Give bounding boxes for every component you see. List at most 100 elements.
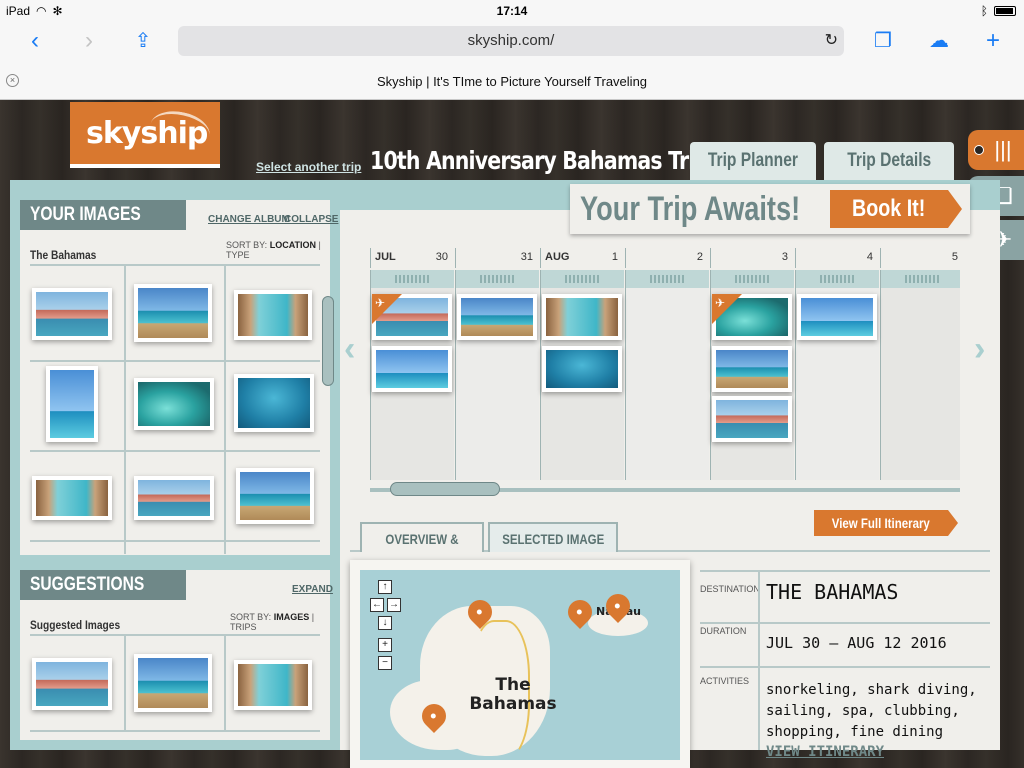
- tab-bar: × Skyship | It's TIme to Picture Yoursel…: [0, 62, 1024, 100]
- view-full-itinerary-button[interactable]: View Full Itinerary: [814, 510, 958, 536]
- scheduled-image[interactable]: [372, 346, 452, 392]
- select-another-trip-link[interactable]: Select another trip: [256, 160, 361, 174]
- new-tab-icon[interactable]: +: [978, 26, 1008, 56]
- tab-title[interactable]: Skyship | It's TIme to Picture Yourself …: [0, 74, 1024, 89]
- day-strip: [455, 270, 539, 288]
- image-thumbnail[interactable]: [236, 468, 314, 524]
- scheduled-image[interactable]: [712, 396, 792, 442]
- address-bar[interactable]: skyship.com/ ↻: [178, 26, 844, 56]
- share-icon[interactable]: ⇪: [128, 26, 158, 56]
- suggested-thumbnail[interactable]: [32, 658, 112, 710]
- skyship-logo[interactable]: skyship: [70, 102, 220, 168]
- zoom-in-icon[interactable]: +: [378, 638, 392, 652]
- day-strip: [795, 270, 879, 288]
- sort-type[interactable]: TYPE: [226, 250, 250, 260]
- book-it-button[interactable]: Book It!: [830, 190, 962, 228]
- photo-cabana: [546, 298, 618, 336]
- zoom-out-icon[interactable]: −: [378, 656, 392, 670]
- photo-cabana: [36, 480, 108, 516]
- photo-pier: [138, 288, 208, 338]
- sort-images[interactable]: IMAGES: [274, 612, 310, 622]
- photo-resort: [716, 400, 788, 438]
- planner-frame: YOUR IMAGES CHANGE ALBUM COLLAPSE SORT B…: [10, 180, 1000, 768]
- photo-resort: [36, 292, 108, 336]
- tab-overview-map[interactable]: OVERVIEW & MAP: [360, 522, 484, 577]
- tab-trip-details-label: Trip Details: [846, 150, 931, 171]
- view-full-itinerary-label: View Full Itinerary: [831, 515, 931, 531]
- divider: [30, 540, 320, 542]
- scheduled-image[interactable]: [542, 346, 622, 392]
- bookmarks-icon[interactable]: ❐: [868, 26, 898, 56]
- suggested-thumbnail[interactable]: [134, 654, 212, 712]
- pan-up-icon[interactable]: ↑: [378, 580, 392, 594]
- trip-awaits-text: Your Trip Awaits!: [580, 190, 801, 228]
- scheduled-image[interactable]: [542, 294, 622, 340]
- day-header: AUG 1: [540, 248, 624, 268]
- sort-location[interactable]: LOCATION: [270, 240, 316, 250]
- destination-value: THE BAHAMAS: [766, 580, 899, 604]
- suggested-images-label: Suggested Images: [30, 618, 121, 632]
- scheduled-image[interactable]: [457, 294, 537, 340]
- image-thumbnail[interactable]: [134, 378, 214, 430]
- day-column[interactable]: [880, 288, 960, 480]
- day-column[interactable]: [625, 288, 709, 480]
- activities-row: ACTIVITIES snorkeling, shark diving, sai…: [700, 666, 990, 760]
- tab-trip-details[interactable]: Trip Details: [824, 142, 954, 182]
- pan-left-icon[interactable]: ←: [370, 598, 384, 612]
- tab-trip-planner[interactable]: Trip Planner: [690, 142, 816, 182]
- collapse-link[interactable]: COLLAPSE: [284, 214, 338, 225]
- scheduled-image[interactable]: [712, 346, 792, 392]
- forward-button[interactable]: ›: [74, 26, 104, 56]
- cloud-tabs-icon[interactable]: ☁: [924, 26, 954, 56]
- image-thumbnail[interactable]: [134, 284, 212, 342]
- photo-pier: [240, 472, 310, 520]
- side-tab-menu[interactable]: |||: [968, 130, 1024, 170]
- album-name: The Bahamas: [30, 248, 97, 262]
- page: skyship Select another trip 10th Anniver…: [0, 100, 1024, 768]
- tab-selected-image[interactable]: SELECTED IMAGE: [488, 522, 618, 552]
- day-strip: [540, 270, 624, 288]
- pan-down-icon[interactable]: ↓: [378, 616, 392, 630]
- sort-trips[interactable]: TRIPS: [230, 622, 257, 632]
- timeline-scroll-handle[interactable]: [390, 482, 500, 496]
- battery-icon: [994, 6, 1016, 16]
- suggested-thumbnail[interactable]: [234, 660, 312, 710]
- map-card: The Bahamas Nassau ↑ ← → ↓ + −: [350, 560, 690, 768]
- image-thumbnail[interactable]: [134, 476, 214, 520]
- expand-link[interactable]: EXPAND: [292, 584, 333, 595]
- image-thumbnail[interactable]: [234, 374, 314, 432]
- reload-icon[interactable]: ↻: [825, 26, 838, 56]
- book-it-label: Book It!: [852, 195, 926, 222]
- scheduled-image[interactable]: [797, 294, 877, 340]
- view-itinerary-link[interactable]: VIEW ITINERARY: [766, 744, 884, 760]
- calendar-prev-icon[interactable]: ‹: [344, 330, 355, 369]
- image-thumbnail[interactable]: [32, 476, 112, 520]
- change-album-link[interactable]: CHANGE ALBUM: [208, 214, 290, 225]
- divider: [758, 668, 760, 750]
- day-header: 4: [795, 248, 879, 268]
- day-strip: [625, 270, 709, 288]
- trip-awaits-banner: Your Trip Awaits! Book It!: [570, 184, 970, 234]
- photo-resort: [138, 480, 210, 516]
- map[interactable]: The Bahamas Nassau ↑ ← → ↓ + −: [360, 570, 680, 760]
- calendar-next-icon[interactable]: ›: [974, 330, 985, 369]
- pan-right-icon[interactable]: →: [387, 598, 401, 612]
- day-number: 2: [696, 251, 703, 263]
- image-thumbnail[interactable]: [32, 288, 112, 340]
- image-thumbnail[interactable]: [234, 290, 312, 340]
- divider: [758, 572, 760, 622]
- divider: [30, 450, 320, 452]
- divider: [224, 634, 226, 730]
- tab-trip-planner-label: Trip Planner: [707, 150, 799, 171]
- suggestions-panel: SUGGESTIONS EXPAND SORT BY: IMAGES | TRI…: [20, 570, 333, 740]
- activities-value: snorkeling, shark diving, sailing, spa, …: [766, 682, 977, 740]
- back-button[interactable]: ‹: [20, 26, 50, 56]
- sort-prefix: SORT BY:: [226, 240, 268, 250]
- photo-resort: [36, 662, 108, 706]
- divider: [124, 634, 126, 730]
- divider: [30, 730, 320, 732]
- photo-cabana: [238, 294, 308, 336]
- images-scrollbar[interactable]: [322, 296, 334, 386]
- divider: [30, 634, 320, 636]
- image-thumbnail[interactable]: [46, 366, 98, 442]
